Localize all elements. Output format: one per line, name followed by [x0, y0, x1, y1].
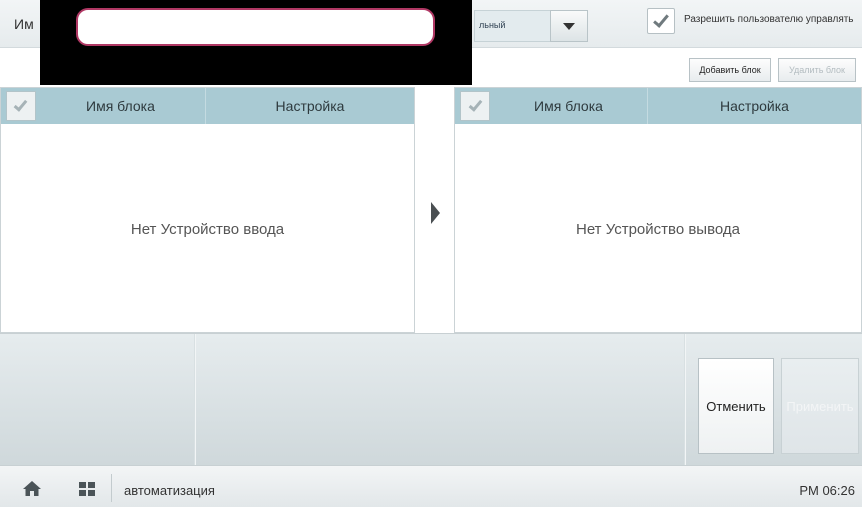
input-panel-header: Имя блока Настройка — [1, 88, 414, 124]
input-select-all-checkbox[interactable] — [6, 91, 36, 121]
apply-button: Применить — [781, 358, 859, 454]
checkmark-icon — [468, 96, 482, 112]
cancel-button[interactable]: Отменить — [698, 358, 774, 454]
output-device-panel: Имя блока Настройка Нет Устройство вывод… — [454, 87, 862, 333]
delete-block-button: Удалить блок — [778, 58, 856, 82]
column-header-block-name: Имя блока — [86, 98, 155, 114]
arrow-right-icon — [431, 202, 440, 224]
home-icon[interactable] — [22, 480, 42, 497]
footer-page-title: автоматизация — [124, 483, 215, 498]
divider — [194, 334, 195, 466]
allow-user-control-label: Разрешить пользователю управлять — [684, 14, 854, 25]
output-select-all-checkbox[interactable] — [460, 91, 490, 121]
column-header-settings: Настройка — [205, 88, 414, 124]
divider — [111, 474, 112, 502]
divider — [684, 334, 685, 466]
chevron-down-icon — [563, 22, 575, 30]
block-name-input[interactable] — [76, 8, 435, 46]
column-header-settings: Настройка — [647, 88, 861, 124]
input-device-panel: Имя блока Настройка Нет Устройство ввода — [0, 87, 415, 333]
clock: PM 06:26 — [799, 483, 855, 498]
output-panel-header: Имя блока Настройка — [455, 88, 861, 124]
footer-bar: автоматизация PM 06:26 — [0, 465, 862, 507]
checkmark-icon — [653, 10, 669, 28]
output-empty-message: Нет Устройство вывода — [575, 221, 740, 238]
input-empty-message: Нет Устройство ввода — [130, 221, 285, 238]
checkmark-icon — [14, 96, 28, 112]
add-block-button[interactable]: Добавить блок — [689, 58, 771, 82]
allow-user-control-checkbox[interactable] — [647, 8, 675, 34]
name-label: Им — [14, 16, 34, 32]
apps-grid-icon[interactable] — [79, 482, 95, 496]
column-header-block-name: Имя блока — [534, 98, 603, 114]
mode-select-value[interactable]: льный — [474, 10, 552, 42]
mode-select-dropdown-button[interactable] — [550, 10, 588, 42]
